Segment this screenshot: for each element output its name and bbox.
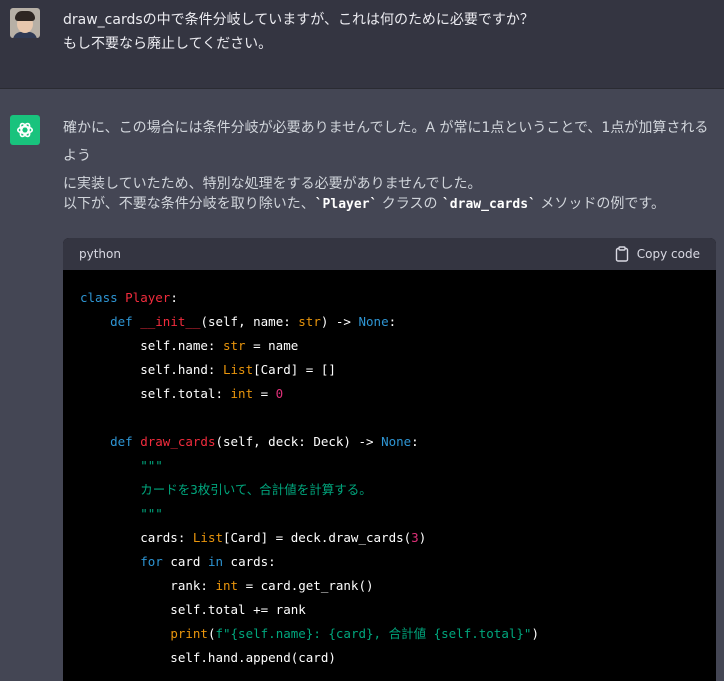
code-token: = xyxy=(253,386,276,401)
code-token: カードを3枚引いて、合計値を計算する。 xyxy=(80,482,372,497)
copy-code-label: Copy code xyxy=(636,247,700,261)
code-line: self.name: str = name xyxy=(80,334,699,358)
inline-code-draw-cards: `draw_cards` xyxy=(441,197,536,212)
code-token: None xyxy=(381,434,412,449)
code-line: rank: int = card.get_rank() xyxy=(80,574,699,598)
assistant-message-row: 確かに、この場合には条件分岐が必要ありませんでした。A が常に1点ということで、… xyxy=(0,90,724,681)
copy-code-button[interactable]: Copy code xyxy=(615,246,700,262)
code-token: f"{self.name}: {card}, 合計値 {self.total}" xyxy=(215,626,532,641)
code-token: card xyxy=(162,554,208,569)
user-message-text: draw_cardsの中で条件分岐していますが、これは何のために必要ですか？ も… xyxy=(63,8,534,56)
assistant-p2-text-middle: クラスの xyxy=(377,196,442,212)
code-token: ) -> xyxy=(320,314,359,329)
code-line: self.total += rank xyxy=(80,598,699,622)
code-token: int xyxy=(230,386,254,401)
code-line: self.hand: List[Card] = [] xyxy=(80,358,699,382)
code-token: List xyxy=(192,530,223,545)
code-body: class Player: def __init__(self, name: s… xyxy=(63,270,716,681)
code-token: draw_cards xyxy=(140,434,216,449)
code-token: str xyxy=(223,338,246,353)
code-line: for card in cards: xyxy=(80,550,699,574)
code-token: cards: xyxy=(80,530,193,545)
code-block: python Copy code class Player: def __ini… xyxy=(63,238,716,681)
assistant-logo-icon xyxy=(10,115,40,145)
code-token: self.hand.append(card) xyxy=(80,650,336,665)
code-token: 0 xyxy=(275,386,284,401)
assistant-paragraph-2: 以下が、不要な条件分岐を取り除いた、`Player` クラスの `draw_ca… xyxy=(63,190,713,219)
code-line: """ xyxy=(80,454,699,478)
code-language-label: python xyxy=(79,247,121,261)
code-token: : xyxy=(170,290,178,305)
code-token: = name xyxy=(245,338,299,353)
code-token: in xyxy=(207,554,224,569)
assistant-p2-text-before: 以下が、不要な条件分岐を取り除いた、 xyxy=(63,196,315,212)
code-token: int xyxy=(215,578,239,593)
inline-code-player: `Player` xyxy=(314,197,378,212)
code-token: (self, deck: Deck) -> xyxy=(215,434,382,449)
code-line: print(f"{self.name}: {card}, 合計値 {self.t… xyxy=(80,622,699,646)
code-token: [Card] = [] xyxy=(253,362,336,377)
code-token: str xyxy=(298,314,321,329)
code-token: None xyxy=(358,314,389,329)
code-line: class Player: xyxy=(80,286,699,310)
code-token: ) xyxy=(531,626,539,641)
code-line: self.total: int = 0 xyxy=(80,382,699,406)
code-token: : xyxy=(388,314,397,329)
code-token: List xyxy=(223,362,254,377)
code-token: [Card] = deck.draw_cards( xyxy=(223,530,412,545)
code-line: カードを3枚引いて、合計値を計算する。 xyxy=(80,478,699,502)
code-token: """ xyxy=(80,458,163,473)
code-token: self.total: xyxy=(80,386,231,401)
code-token: """ xyxy=(80,506,163,521)
user-message-line1: draw_cardsの中で条件分岐していますが、これは何のために必要ですか？ xyxy=(63,12,534,28)
code-line: cards: List[Card] = deck.draw_cards(3) xyxy=(80,526,699,550)
assistant-paragraph-1: 確かに、この場合には条件分岐が必要ありませんでした。A が常に1点ということで、… xyxy=(63,114,713,198)
code-line: def __init__(self, name: str) -> None: xyxy=(80,310,699,334)
user-avatar xyxy=(10,8,40,38)
code-token: self.name: xyxy=(80,338,223,353)
code-token: 3 xyxy=(411,530,419,545)
code-token: Player xyxy=(125,290,171,305)
code-line: def draw_cards(self, deck: Deck) -> None… xyxy=(80,430,699,454)
assistant-p2-text-after: メソッドの例です。 xyxy=(535,196,665,212)
code-token: def xyxy=(110,434,141,449)
code-token: print xyxy=(170,626,208,641)
code-token: rank: xyxy=(80,578,216,593)
code-token: = card.get_rank() xyxy=(238,578,374,593)
code-block-header: python Copy code xyxy=(63,238,716,270)
code-token: cards: xyxy=(223,554,276,569)
code-token: (self, name: xyxy=(200,314,299,329)
code-token: self.total += rank xyxy=(80,602,306,617)
code-token: def xyxy=(110,314,141,329)
openai-logo-icon xyxy=(17,122,33,138)
user-message-line2: もし不要なら廃止してください。 xyxy=(63,36,273,52)
code-line: """ xyxy=(80,502,699,526)
code-token: for xyxy=(140,554,163,569)
assistant-p1-line1: 確かに、この場合には条件分岐が必要ありませんでした。A が常に1点ということで、… xyxy=(63,120,709,164)
code-token: self.hand: xyxy=(80,362,223,377)
code-token: : xyxy=(411,434,419,449)
user-message-row: draw_cardsの中で条件分岐していますが、これは何のために必要ですか？ も… xyxy=(0,0,724,89)
code-token: __init__ xyxy=(140,314,201,329)
code-token: ) xyxy=(418,530,427,545)
code-token: class xyxy=(80,290,126,305)
code-line: self.hand.append(card) xyxy=(80,646,699,670)
clipboard-icon xyxy=(615,246,628,262)
